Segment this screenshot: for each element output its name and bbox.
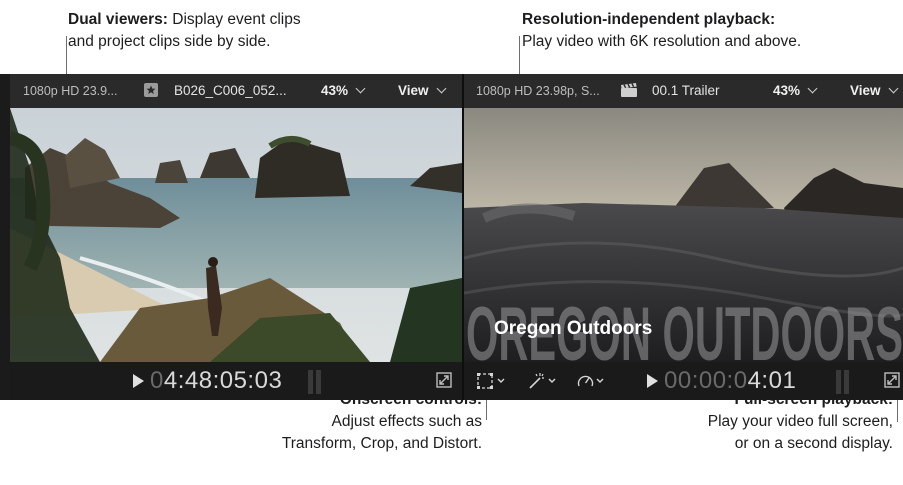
view-label: View xyxy=(398,83,429,98)
leader-line xyxy=(486,398,487,420)
format-label[interactable]: 1080p HD 23.98p, S... xyxy=(476,84,600,98)
timecode-display[interactable]: 04:48:05:03 xyxy=(150,367,282,395)
callout-text: Adjust effects such as xyxy=(331,413,483,430)
timecode-value: 4:01 xyxy=(747,367,797,394)
dual-viewer-app: 1080p HD 23.9... B026_C006_052... 43% Vi… xyxy=(0,74,903,400)
play-icon[interactable] xyxy=(647,374,658,388)
view-menu[interactable]: View xyxy=(850,83,898,98)
callout-dual-viewers: Dual viewers: Display event clips and pr… xyxy=(68,9,301,53)
overlay-title-small: Oregon Outdoors xyxy=(494,318,652,339)
event-viewer-canvas[interactable] xyxy=(10,108,462,362)
play-icon[interactable] xyxy=(133,374,144,388)
timecode-dim: 00:00:0 xyxy=(664,367,748,394)
callout-title: Dual viewers: xyxy=(68,11,168,28)
chevron-down-icon xyxy=(888,83,898,94)
zoom-value: 43% xyxy=(321,83,349,98)
event-viewer-header: 1080p HD 23.9... B026_C006_052... 43% Vi… xyxy=(10,74,462,108)
callout-text: or on a second display. xyxy=(734,435,893,452)
callout-resolution: Resolution-independent playback: Play vi… xyxy=(522,9,801,53)
timecode-display[interactable]: 00:00:04:01 xyxy=(664,367,796,395)
clip-icon xyxy=(143,82,159,101)
transform-icon[interactable] xyxy=(477,372,507,395)
audio-meter xyxy=(308,370,328,394)
callout-text: Play video with 6K resolution and above. xyxy=(522,33,802,50)
chevron-down-icon xyxy=(436,83,446,94)
callout-text: Transform, Crop, and Distort. xyxy=(281,435,482,452)
event-viewer-controls: 04:48:05:03 xyxy=(10,362,462,400)
project-viewer-controls: 00:00:04:01 xyxy=(464,362,903,400)
zoom-menu[interactable]: 43% xyxy=(321,83,366,98)
chevron-down-icon xyxy=(355,83,366,94)
leader-line xyxy=(519,36,520,74)
fullscreen-icon[interactable] xyxy=(884,372,900,393)
clip-name[interactable]: B026_C006_052... xyxy=(174,83,287,98)
timecode-value: 4:48:05:03 xyxy=(163,367,283,394)
speed-icon[interactable] xyxy=(576,372,606,395)
callout-text: Play your video full screen, xyxy=(707,413,893,430)
coastal-scene-image xyxy=(10,108,462,362)
chevron-down-icon xyxy=(807,83,818,94)
audio-meter xyxy=(836,370,856,394)
clapper-icon xyxy=(620,83,638,101)
fullscreen-icon[interactable] xyxy=(436,372,452,393)
project-name[interactable]: 00.1 Trailer xyxy=(652,83,720,98)
zoom-menu[interactable]: 43% xyxy=(773,83,818,98)
view-label: View xyxy=(850,83,881,98)
oregon-outdoors-scene-image: OREGON OUTDOORS Oregon Outdoors xyxy=(464,108,903,362)
format-label[interactable]: 1080p HD 23.9... xyxy=(23,84,118,98)
callout-text: Display event clips xyxy=(172,11,301,28)
project-viewer-canvas[interactable]: OREGON OUTDOORS Oregon Outdoors xyxy=(464,108,903,362)
zoom-value: 43% xyxy=(773,83,801,98)
callout-text: and project clips side by side. xyxy=(68,33,271,50)
project-viewer-header: 1080p HD 23.98p, S... 00.1 Trailer 43% V… xyxy=(464,74,903,108)
leader-line xyxy=(66,36,67,74)
timecode-dim: 0 xyxy=(150,367,164,394)
callout-title: Resolution-independent playback: xyxy=(522,11,776,28)
view-menu[interactable]: View xyxy=(398,83,446,98)
magic-wand-icon[interactable] xyxy=(528,372,558,395)
